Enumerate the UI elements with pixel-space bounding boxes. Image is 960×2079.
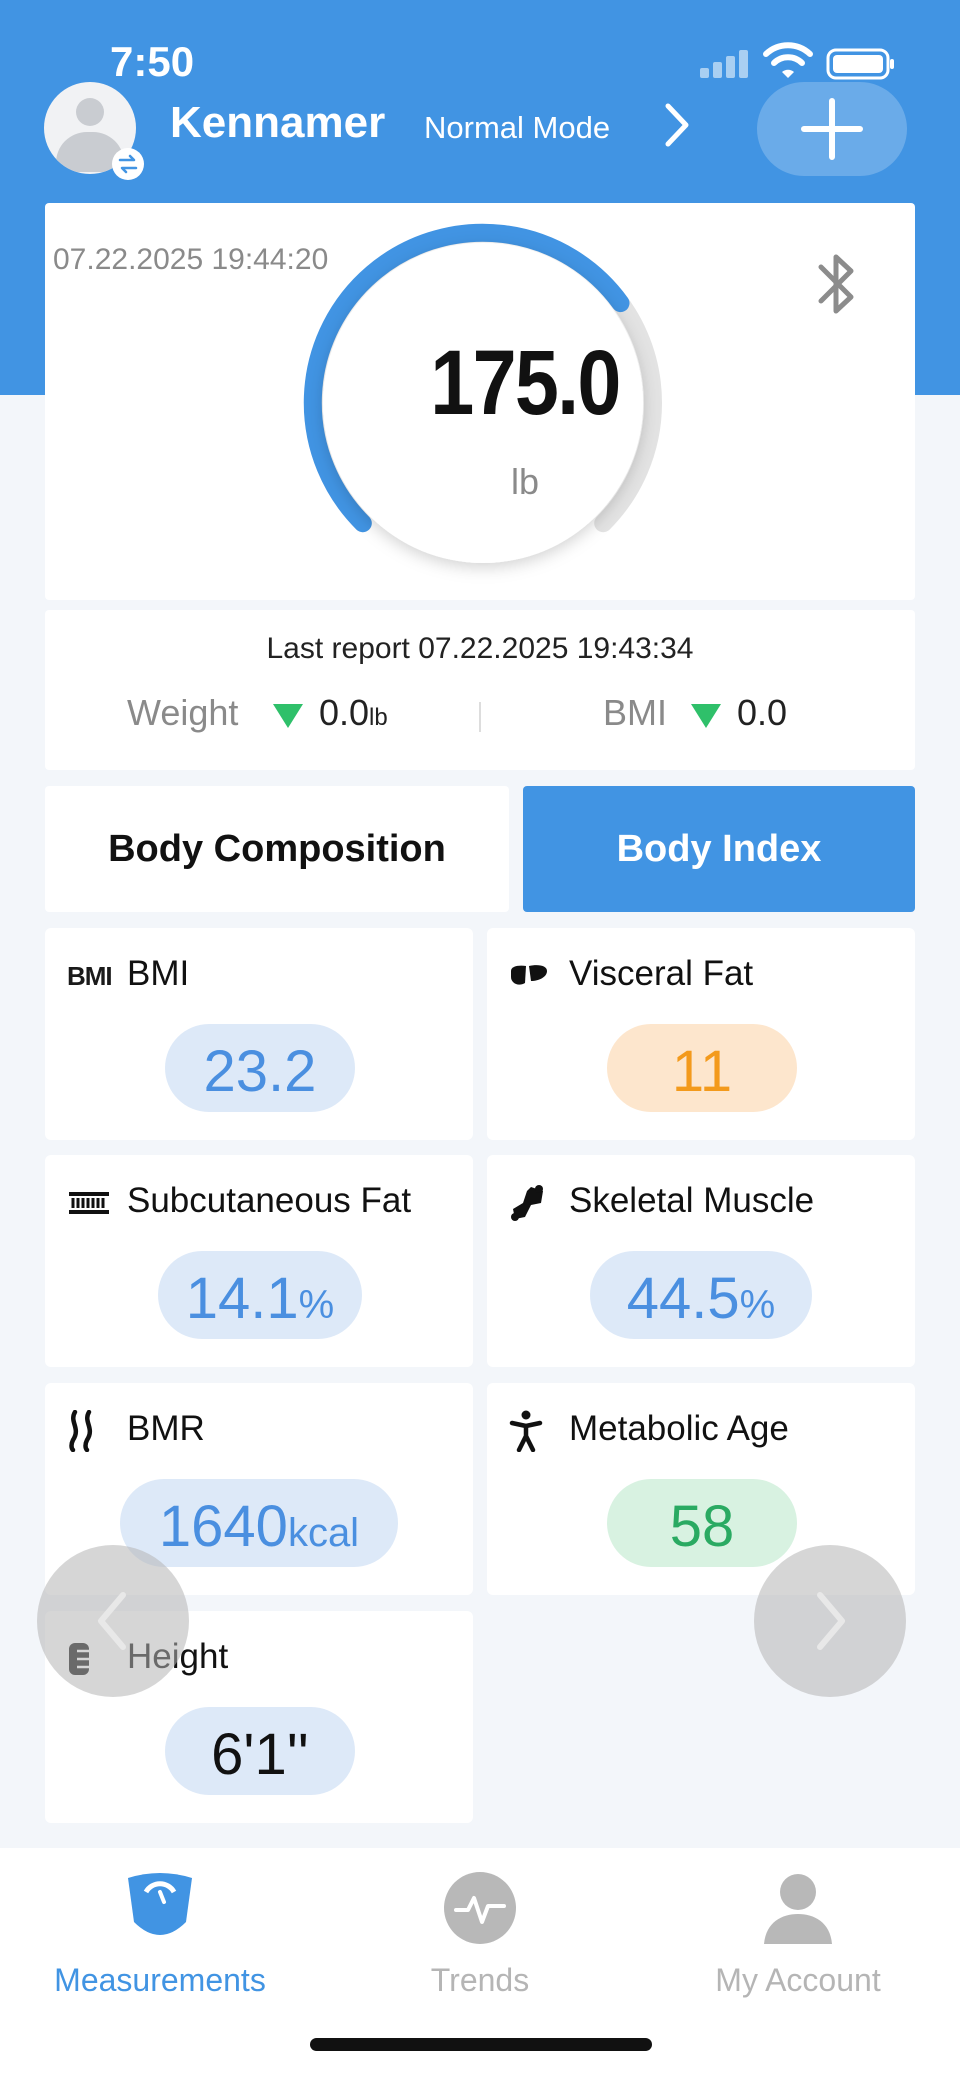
bluetooth-icon[interactable] — [807, 247, 865, 321]
add-button[interactable] — [757, 82, 907, 176]
home-indicator — [310, 2038, 652, 2051]
last-report-title: Last report 07.22.2025 19:43:34 — [266, 632, 694, 665]
metric-value-pill: 11 — [607, 1024, 797, 1112]
scale-icon — [120, 1868, 200, 1948]
down-arrow-icon — [691, 704, 721, 728]
divider — [479, 702, 481, 732]
user-name[interactable]: Kennamer — [170, 98, 385, 148]
metric-value-pill: 1640 kcal — [120, 1479, 398, 1567]
tab-measurements[interactable]: Measurements — [10, 1868, 310, 1999]
switch-user-icon[interactable] — [112, 148, 144, 180]
tab-body-index[interactable]: Body Index — [523, 786, 915, 912]
tab-label: Trends — [430, 1962, 530, 1998]
metric-label: Subcutaneous Fat — [127, 1181, 412, 1220]
next-button[interactable] — [754, 1545, 906, 1697]
metric-value-pill: 14.1% — [158, 1251, 362, 1339]
mode-label[interactable]: Normal Mode — [424, 110, 610, 146]
chevron-left-icon — [98, 1592, 126, 1650]
metric-value-pill: 58 — [607, 1479, 797, 1567]
weight-card: 07.22.2025 19:44:20 175.0 lb — [45, 203, 915, 600]
tab-label: My Account — [715, 1962, 881, 1998]
previous-button[interactable] — [37, 1545, 189, 1697]
bmi-change-value: 0.0 — [737, 692, 788, 733]
tab-my-account[interactable]: My Account — [648, 1868, 948, 1999]
muscle-icon — [509, 1183, 553, 1223]
tab-label: Measurements — [54, 1962, 266, 1998]
metric-card-visceral-fat[interactable]: Visceral Fat 11 — [487, 928, 915, 1140]
bmi-change-label: BMI — [603, 692, 668, 733]
person-icon — [509, 1410, 553, 1452]
metric-label: BMR — [127, 1409, 205, 1448]
fat-layer-icon — [67, 1183, 111, 1223]
bmi-icon: BMI — [67, 960, 113, 991]
weight-change-label: Weight — [127, 692, 239, 733]
metric-value-pill: 23.2 — [165, 1024, 355, 1112]
wifi-icon — [763, 42, 813, 78]
plus-icon — [801, 98, 863, 160]
flame-icon — [67, 1410, 111, 1452]
chevron-right-icon[interactable] — [660, 100, 694, 150]
tab-trends[interactable]: Trends — [330, 1868, 630, 1999]
cellular-signal-icon — [700, 48, 752, 78]
metric-label: BMI — [127, 954, 190, 993]
metric-card-skeletal-muscle[interactable]: Skeletal Muscle 44.5% — [487, 1155, 915, 1367]
metric-card-subcutaneous-fat[interactable]: Subcutaneous Fat 14.1% — [45, 1155, 473, 1367]
trends-icon — [440, 1868, 520, 1948]
metric-label: Visceral Fat — [569, 954, 754, 993]
chevron-right-icon — [817, 1592, 845, 1650]
metric-label: Skeletal Muscle — [569, 1181, 815, 1220]
last-report-card[interactable]: Last report 07.22.2025 19:43:34 Weight 0… — [45, 610, 915, 770]
person-icon — [758, 1868, 838, 1948]
weight-unit: lb — [510, 461, 540, 502]
measurement-timestamp: 07.22.2025 19:44:20 — [53, 243, 329, 276]
metric-value-pill: 44.5% — [590, 1251, 812, 1339]
weight-value: 175.0 — [430, 332, 621, 434]
battery-icon — [826, 48, 894, 80]
status-time: 7:50 — [110, 38, 195, 85]
weight-change-value: 0.0lb — [319, 692, 388, 733]
metric-label: Metabolic Age — [569, 1409, 789, 1448]
down-arrow-icon — [273, 704, 303, 728]
metric-card-bmi[interactable]: BMI BMI 23.2 — [45, 928, 473, 1140]
organ-icon — [509, 956, 553, 996]
metric-value-pill: 6'1'' — [165, 1707, 355, 1795]
tab-body-composition[interactable]: Body Composition — [45, 786, 509, 912]
